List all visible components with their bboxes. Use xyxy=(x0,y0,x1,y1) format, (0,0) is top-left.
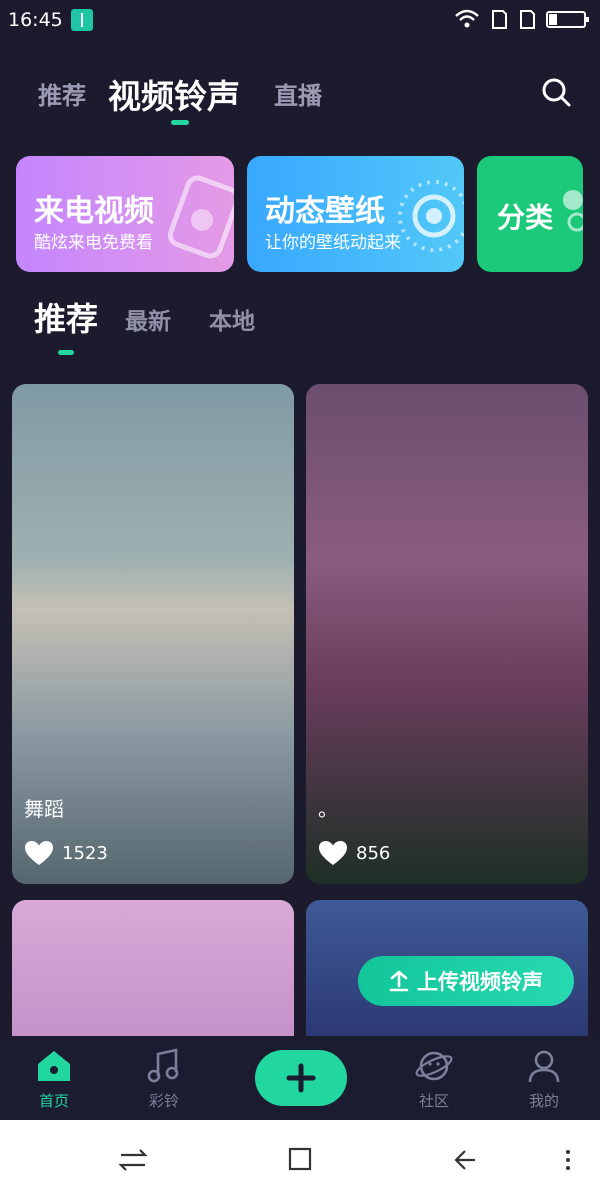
video-title: 舞蹈 xyxy=(24,797,64,821)
status-bar: 16:45 xyxy=(0,0,600,40)
heart-icon xyxy=(25,841,53,865)
search-icon[interactable] xyxy=(538,74,574,110)
nav-mine[interactable]: 我的 xyxy=(504,1046,584,1111)
like-count: 856 xyxy=(356,842,391,864)
nav-caling[interactable]: 彩铃 xyxy=(124,1046,204,1111)
sub-tabs: 推荐 最新 本地 xyxy=(0,290,600,360)
battery-icon xyxy=(546,11,589,28)
sim-no-signal-icon-2 xyxy=(520,10,535,29)
music-note-icon xyxy=(147,1048,179,1083)
heart-icon xyxy=(319,841,347,865)
nav-home-label: 首页 xyxy=(38,1092,69,1110)
wifi-icon xyxy=(455,9,479,28)
nav-community[interactable]: 社区 xyxy=(394,1046,474,1111)
tab-live[interactable]: 直播 xyxy=(274,76,322,111)
card-subtitle: 酷炫来电免费看 xyxy=(34,233,153,253)
home-icon xyxy=(38,1051,70,1081)
user-icon xyxy=(528,1050,560,1083)
upload-icon xyxy=(389,970,409,992)
feature-cards: 来电视频 酷炫来电免费看 动态壁纸 让你的壁纸动起来 分类 xyxy=(0,156,600,274)
menu-icon[interactable] xyxy=(548,1144,588,1176)
status-icons xyxy=(454,8,592,30)
tab-indicator xyxy=(171,120,189,125)
video-title: 。 xyxy=(318,797,338,821)
planet-icon xyxy=(415,1051,453,1081)
tab-recommend[interactable]: 推荐 xyxy=(38,76,86,111)
nav-caling-label: 彩铃 xyxy=(148,1092,179,1110)
switch-icon[interactable] xyxy=(113,1144,153,1176)
add-button[interactable] xyxy=(255,1050,347,1106)
nav-home[interactable]: 首页 xyxy=(14,1046,94,1111)
card-subtitle: 让你的壁纸动起来 xyxy=(265,233,401,253)
nav-mine-label: 我的 xyxy=(528,1092,559,1110)
subtab-local[interactable]: 本地 xyxy=(209,302,255,336)
video-likes[interactable]: 856 xyxy=(318,840,390,866)
video-likes[interactable]: 1523 xyxy=(24,840,108,866)
card-live-wallpaper[interactable]: 动态壁纸 让你的壁纸动起来 xyxy=(247,156,464,272)
status-time: 16:45 xyxy=(8,9,63,31)
tab-video-ringtone[interactable]: 视频铃声 xyxy=(108,70,240,118)
system-nav-bar xyxy=(0,1120,600,1200)
subtab-indicator xyxy=(58,350,74,355)
nav-community-label: 社区 xyxy=(418,1092,449,1110)
card-incoming-video[interactable]: 来电视频 酷炫来电免费看 xyxy=(16,156,234,272)
upload-label: 上传视频铃声 xyxy=(417,970,543,994)
video-card[interactable] xyxy=(12,900,294,1050)
top-nav: 推荐 视频铃声 直播 xyxy=(0,60,600,130)
card-title: 动态壁纸 xyxy=(265,194,385,229)
sim-no-signal-icon xyxy=(492,10,507,29)
video-card[interactable]: 舞蹈 1523 xyxy=(12,384,294,884)
upload-video-ringtone-button[interactable]: 上传视频铃声 xyxy=(358,956,574,1006)
subtab-latest[interactable]: 最新 xyxy=(125,302,171,336)
card-title: 来电视频 xyxy=(34,194,154,229)
card-title: 分类 xyxy=(497,201,554,234)
like-count: 1523 xyxy=(62,842,108,864)
phone-card-icon xyxy=(167,175,234,259)
category-card-icon xyxy=(563,190,583,232)
card-category[interactable]: 分类 xyxy=(477,156,583,272)
video-card[interactable]: 。 856 xyxy=(306,384,588,884)
back-icon[interactable] xyxy=(447,1144,487,1176)
usb-icon xyxy=(70,9,93,31)
subtab-recommend[interactable]: 推荐 xyxy=(34,294,98,340)
home-square-icon[interactable] xyxy=(280,1144,320,1176)
plus-icon xyxy=(286,1063,316,1093)
